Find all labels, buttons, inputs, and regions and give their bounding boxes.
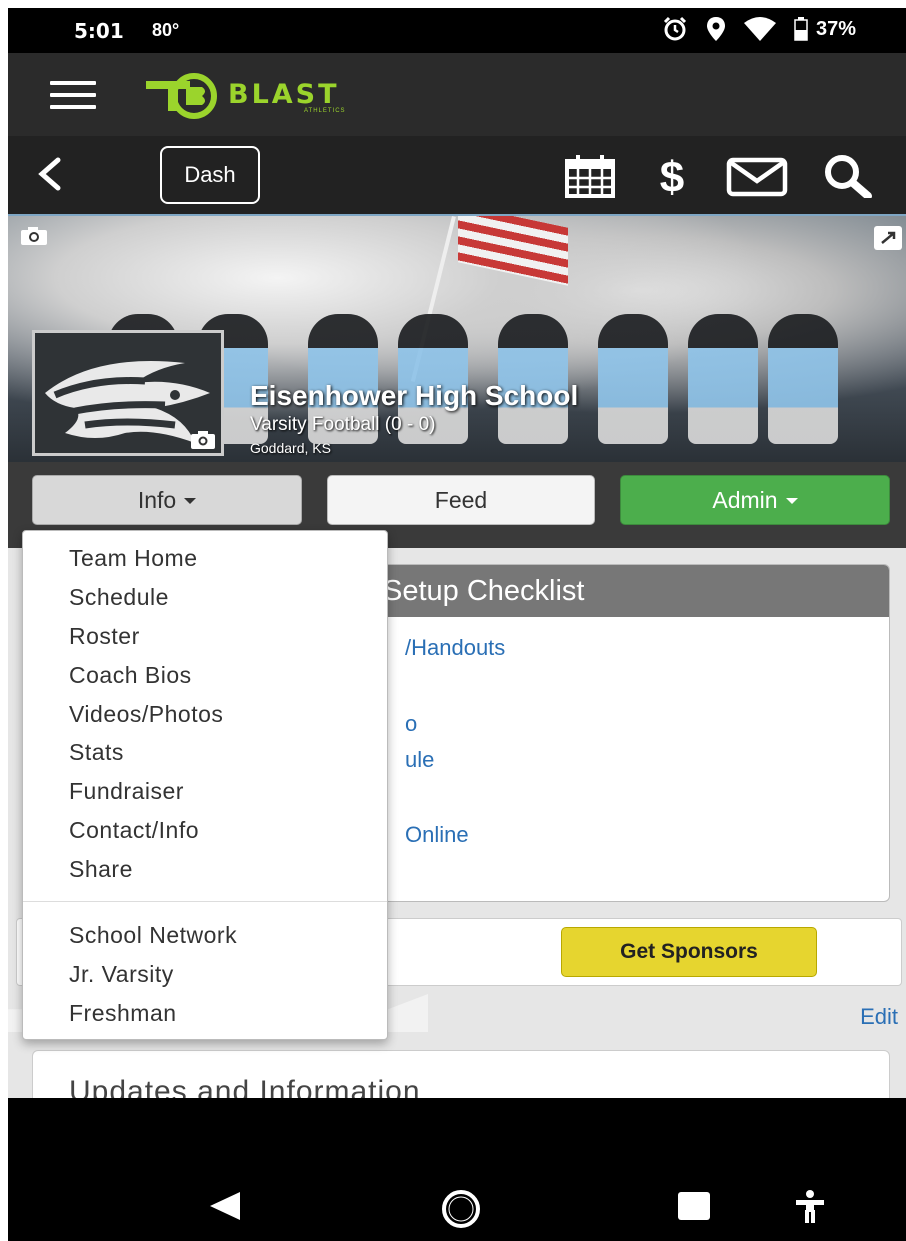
edit-link[interactable]: Edit — [860, 1004, 898, 1030]
menu-item-share[interactable]: Share — [69, 856, 133, 883]
camera-icon[interactable] — [20, 226, 48, 246]
recents-square-icon[interactable] — [676, 1188, 712, 1224]
back-triangle-icon[interactable] — [206, 1188, 242, 1224]
player-figure — [498, 314, 568, 444]
team-subtitle: Varsity Football (0 - 0) — [250, 414, 436, 435]
tab-feed[interactable]: Feed — [327, 475, 595, 525]
caret-down-icon — [184, 498, 197, 504]
wifi-icon — [743, 17, 776, 41]
info-dropdown-menu: Team Home Schedule Roster Coach Bios Vid… — [22, 530, 388, 1040]
android-nav-bar — [8, 1178, 906, 1241]
menu-item-coach-bios[interactable]: Coach Bios — [69, 662, 192, 689]
tab-info-label: Info — [137, 486, 177, 513]
flag-image — [458, 216, 568, 286]
player-figure — [598, 314, 668, 444]
system-navigation-area — [8, 1098, 906, 1241]
team-logo-image — [32, 330, 224, 456]
navigation-bar: Dash $ — [8, 136, 906, 214]
menu-item-school-network[interactable]: School Network — [69, 922, 237, 949]
camera-icon[interactable] — [191, 431, 215, 449]
menu-item-team-home[interactable]: Team Home — [69, 545, 197, 572]
calendar-icon[interactable] — [564, 154, 616, 198]
updates-title: Updates and Information — [69, 1075, 421, 1098]
logo-wordmark: BLAST — [228, 79, 340, 110]
caret-down-icon — [785, 498, 798, 504]
player-figure — [768, 314, 838, 444]
checklist-link[interactable]: /Handouts — [405, 635, 505, 661]
status-icons: 37% — [662, 16, 856, 42]
checklist-link[interactable]: o — [405, 711, 417, 737]
tab-feed-label: Feed — [434, 486, 488, 513]
school-name: Eisenhower High School — [250, 380, 579, 411]
player-figure — [688, 314, 758, 444]
menu-item-schedule[interactable]: Schedule — [69, 584, 169, 611]
team-banner: Eisenhower High School Varsity Football … — [8, 214, 906, 464]
menu-divider — [23, 901, 387, 902]
location-icon — [706, 17, 725, 41]
app-frame: 5:01 80° 37% BLAST ATHLETICS Dash $ Eise… — [8, 8, 906, 1241]
blast-logo-icon[interactable] — [146, 73, 224, 119]
updates-panel: Updates and Information — [32, 1050, 890, 1098]
battery-percent: 37% — [815, 17, 856, 40]
logo-subtext: ATHLETICS — [304, 108, 346, 114]
menu-item-contact-info[interactable]: Contact/Info — [69, 817, 199, 844]
accessibility-icon[interactable] — [792, 1188, 828, 1224]
status-time: 5:01 — [74, 19, 124, 43]
menu-item-jr-varsity[interactable]: Jr. Varsity — [69, 961, 174, 988]
search-icon[interactable] — [822, 154, 876, 198]
alarm-icon — [663, 16, 687, 41]
mail-icon[interactable] — [726, 154, 788, 198]
expand-icon[interactable] — [874, 226, 902, 250]
checklist-link[interactable]: ule — [405, 747, 434, 773]
hamburger-menu-icon[interactable] — [50, 81, 96, 109]
dollar-icon[interactable]: $ — [656, 154, 688, 198]
home-circle-icon[interactable] — [440, 1188, 482, 1230]
menu-item-freshman[interactable]: Freshman — [69, 1000, 177, 1027]
svg-text:$: $ — [660, 154, 684, 198]
menu-item-stats[interactable]: Stats — [69, 739, 124, 766]
back-icon[interactable] — [30, 154, 70, 194]
tab-admin-label: Admin — [712, 486, 778, 513]
status-temperature: 80° — [152, 20, 180, 40]
menu-item-videos-photos[interactable]: Videos/Photos — [69, 701, 223, 728]
menu-item-fundraiser[interactable]: Fundraiser — [69, 778, 184, 805]
status-bar: 5:01 80° 37% — [8, 8, 906, 53]
get-sponsors-button[interactable]: Get Sponsors — [561, 927, 817, 977]
menu-item-roster[interactable]: Roster — [69, 623, 140, 650]
dash-button[interactable]: Dash — [160, 146, 260, 204]
battery-icon — [794, 17, 808, 41]
team-location: Goddard, KS — [250, 440, 331, 456]
tab-admin[interactable]: Admin — [620, 475, 890, 525]
checklist-link[interactable]: Online — [405, 822, 469, 848]
brand-bar: BLAST ATHLETICS — [8, 53, 906, 136]
tab-info[interactable]: Info — [32, 475, 302, 525]
